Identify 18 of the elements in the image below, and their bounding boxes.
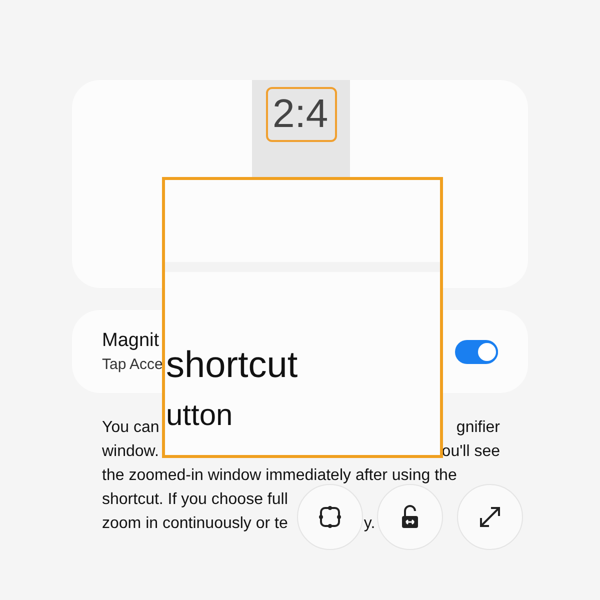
time-text: 2:4: [266, 87, 336, 142]
description-text: zoom in continuously or te: [102, 514, 288, 534]
description-text: y.: [364, 514, 376, 534]
description-text: You can: [102, 418, 160, 438]
description-text: gnifier: [456, 418, 500, 438]
description-text: ou'll see: [442, 442, 500, 462]
setting-title: Magnit: [102, 330, 160, 352]
magnifier-overlay[interactable]: shortcut utton: [162, 177, 443, 458]
magnified-text: utton: [166, 398, 233, 434]
frame-icon: [318, 505, 342, 529]
description-text: the zoomed-in window immediately after using the: [102, 466, 457, 486]
setting-subtitle: Tap Acce: [102, 356, 163, 373]
description-text: window.: [102, 442, 159, 462]
expand-icon: [479, 506, 501, 528]
toggle-switch[interactable]: [455, 340, 498, 364]
magnified-text: shortcut: [166, 343, 298, 387]
unlock-icon: [400, 505, 420, 529]
description-text: shortcut. If you choose full: [102, 490, 288, 510]
